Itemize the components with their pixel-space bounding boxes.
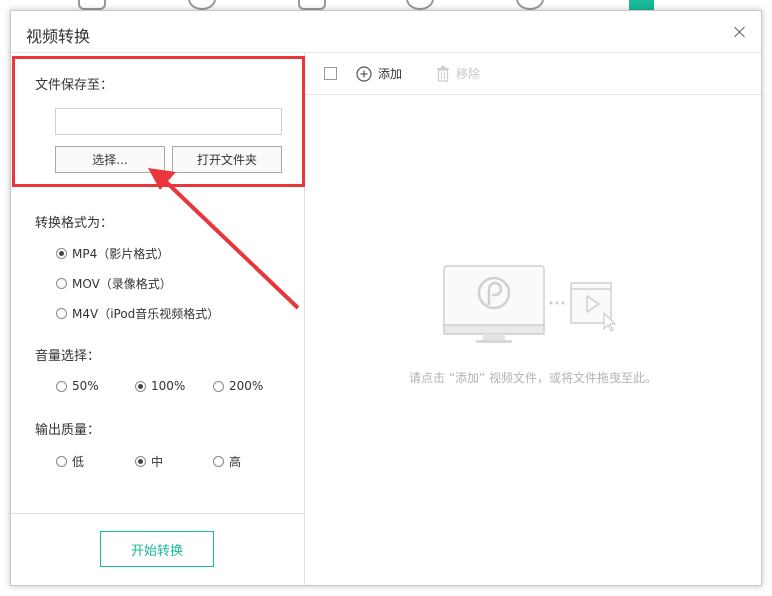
radio-icon <box>135 380 146 392</box>
background-icon <box>298 0 326 10</box>
format-option-label: M4V（iPod音乐视频格式） <box>72 307 220 321</box>
radio-icon <box>213 380 224 392</box>
format-option-m4v[interactable]: M4V（iPod音乐视频格式） <box>56 305 219 322</box>
dialog-title: 视频转换 <box>26 27 91 46</box>
open-folder-button[interactable]: 打开文件夹 <box>172 146 282 173</box>
radio-icon <box>56 278 67 289</box>
empty-state-illustration <box>443 265 617 343</box>
file-list-panel: 添加 移除 请点击 “添加” 视频文件，或将文件拖曳至此。 <box>305 53 761 585</box>
video-convert-dialog: 视频转换 文件保存至： 选择... 打开文件夹 转换格式为： MP4（影片格式）… <box>10 10 762 586</box>
settings-panel: 文件保存至： 选择... 打开文件夹 转换格式为： MP4（影片格式） MOV（… <box>11 53 305 585</box>
radio-icon <box>56 308 67 319</box>
format-option-mp4[interactable]: MP4（影片格式） <box>56 245 169 262</box>
add-label: 添加 <box>378 67 403 81</box>
radio-icon <box>56 456 67 467</box>
volume-option-200[interactable]: 200% <box>213 379 263 393</box>
quality-option-label: 低 <box>72 455 85 469</box>
trash-icon <box>437 65 449 82</box>
format-option-mov[interactable]: MOV（录像格式） <box>56 275 172 292</box>
volume-option-50[interactable]: 50% <box>56 379 99 393</box>
quality-option-label: 高 <box>229 455 242 469</box>
save-to-label: 文件保存至： <box>35 78 114 93</box>
radio-icon <box>135 456 146 467</box>
volume-option-label: 100% <box>151 379 186 393</box>
select-all-checkbox[interactable] <box>324 67 337 80</box>
background-icon <box>78 0 106 10</box>
volume-label: 音量选择： <box>35 349 101 364</box>
format-label: 转换格式为： <box>35 216 114 231</box>
quality-option-medium[interactable]: 中 <box>135 453 163 470</box>
file-toolbar: 添加 移除 <box>305 53 761 95</box>
save-path-input[interactable] <box>55 108 282 135</box>
radio-icon <box>213 456 224 467</box>
background-icon <box>406 0 434 10</box>
quality-option-high[interactable]: 高 <box>213 453 241 470</box>
remove-button[interactable]: 移除 <box>436 65 480 82</box>
radio-icon <box>56 380 67 392</box>
format-option-label: MOV（录像格式） <box>72 277 172 291</box>
format-option-label: MP4（影片格式） <box>72 247 170 261</box>
radio-icon <box>56 248 67 259</box>
monitor-icon <box>443 265 545 343</box>
start-convert-button[interactable]: 开始转换 <box>100 531 214 567</box>
add-circle-icon <box>356 65 372 82</box>
volume-option-label: 200% <box>229 379 264 393</box>
video-file-icon <box>570 282 617 332</box>
background-app-accent <box>629 0 654 10</box>
close-icon[interactable] <box>731 23 749 41</box>
choose-folder-button[interactable]: 选择... <box>55 146 165 173</box>
background-icon <box>516 0 544 10</box>
volume-option-100[interactable]: 100% <box>135 379 185 393</box>
background-icon <box>188 0 216 10</box>
volume-option-label: 50% <box>72 379 99 393</box>
dots-icon <box>549 301 565 305</box>
quality-option-label: 中 <box>151 455 164 469</box>
add-button[interactable]: 添加 <box>356 65 402 82</box>
quality-option-low[interactable]: 低 <box>56 453 84 470</box>
empty-state-hint: 请点击 “添加” 视频文件，或将文件拖曳至此。 <box>408 371 658 385</box>
quality-label: 输出质量： <box>35 423 101 438</box>
remove-label: 移除 <box>456 67 481 81</box>
dialog-titlebar: 视频转换 <box>11 11 761 53</box>
footer-divider <box>11 513 305 514</box>
